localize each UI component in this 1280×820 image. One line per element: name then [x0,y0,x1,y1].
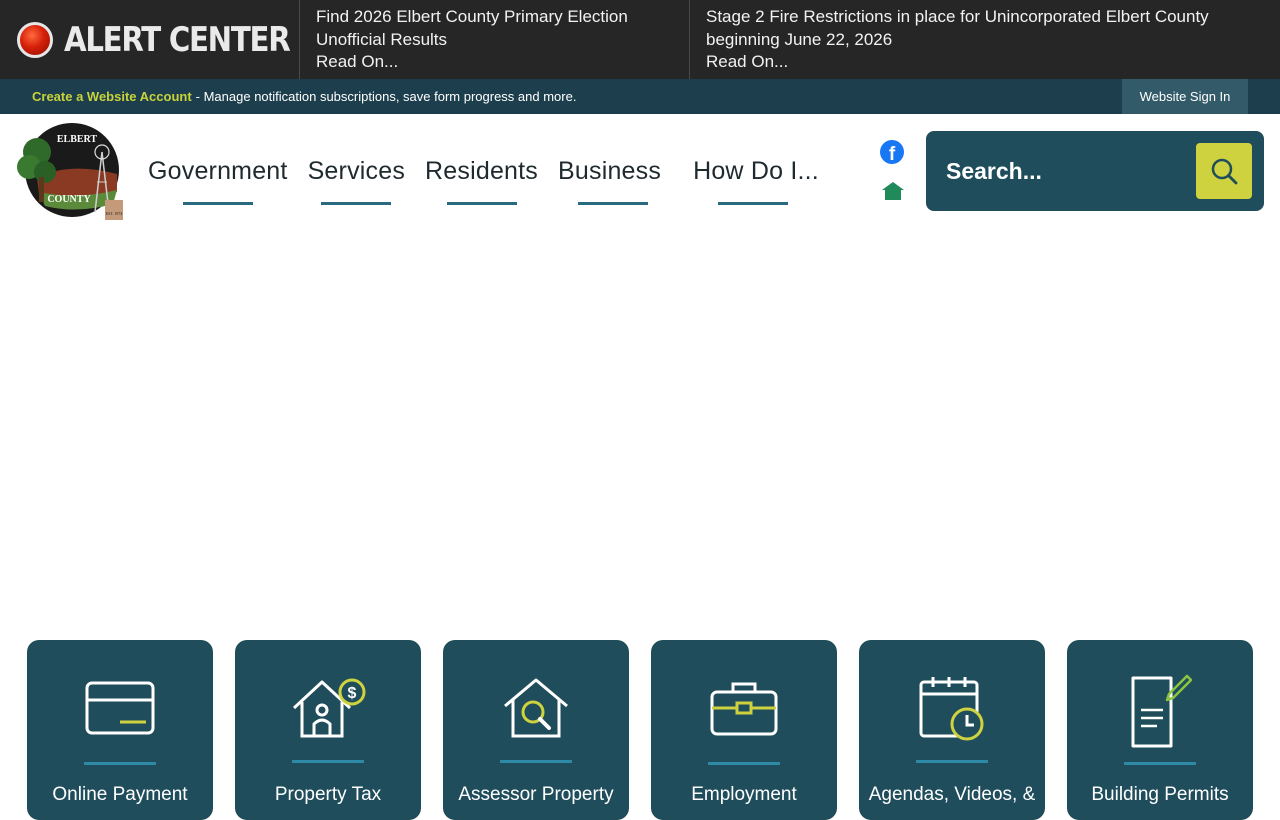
briefcase-icon [710,682,778,736]
nav-item-how-do-i[interactable]: How Do I... [677,114,829,229]
site-header: ELBERT COUNTY EST. 1874 Government Servi… [0,114,1280,229]
tile-divider [292,760,364,763]
nav-item-government[interactable]: Government [138,114,298,229]
document-pencil-icon [1131,674,1193,748]
nav-item-services[interactable]: Services [298,114,415,229]
tile-label: Online Payment [52,784,188,805]
tile-label: Building Permits [1091,784,1229,805]
alert-center-bar: ALERT CENTER Find 2026 Elbert County Pri… [0,0,1280,79]
search-box [926,131,1264,211]
tile-label: Assessor Property [458,784,614,805]
tile-divider [708,762,780,765]
alert-center-label: ALERT CENTER [64,19,291,60]
tile-divider [1124,762,1196,765]
search-button[interactable] [1196,143,1252,199]
quick-link-online-payment[interactable]: Online Payment [27,640,213,820]
hero-area [0,229,1280,629]
website-sign-in-button[interactable]: Website Sign In [1122,79,1248,114]
home-icon[interactable] [880,181,906,201]
tile-label: Employment [691,784,797,805]
quick-links: Online Payment $ Property Tax Assessor P… [27,640,1253,820]
tile-divider [84,762,156,765]
alert-center-title[interactable]: ALERT CENTER [0,0,300,79]
calendar-clock-icon [919,677,984,741]
account-bar: Create a Website Account - Manage notifi… [0,79,1280,114]
alert-headline-link[interactable]: Find 2026 Elbert County Primary Election… [316,6,673,51]
alert-read-on-link[interactable]: Read On... [316,51,673,74]
alert-item[interactable]: Find 2026 Elbert County Primary Election… [300,0,690,79]
main-nav: Government Services Residents Business H… [138,114,829,229]
create-account-link[interactable]: Create a Website Account [32,89,192,104]
quick-link-building-permits[interactable]: Building Permits [1067,640,1253,820]
social-links: f [880,140,906,206]
tile-divider [916,760,988,763]
county-logo[interactable]: ELBERT COUNTY EST. 1874 [17,122,127,222]
quick-link-assessor-property[interactable]: Assessor Property [443,640,629,820]
svg-text:$: $ [348,685,357,702]
quick-link-agendas-videos[interactable]: Agendas, Videos, & [859,640,1045,820]
house-search-icon [504,678,568,738]
tile-label: Agendas, Videos, & [868,784,1036,805]
logo-est: EST. 1874 [106,211,123,216]
alert-item[interactable]: Stage 2 Fire Restrictions in place for U… [690,0,1280,79]
alert-read-on-link[interactable]: Read On... [706,51,1264,74]
alert-headline-link[interactable]: Stage 2 Fire Restrictions in place for U… [706,6,1264,51]
nav-item-residents[interactable]: Residents [415,114,548,229]
facebook-icon[interactable]: f [880,140,904,164]
logo-text-bottom: COUNTY [47,194,91,205]
credit-card-icon [85,681,155,735]
search-icon [1211,158,1238,185]
house-dollar-icon: $ [292,678,366,738]
tile-label: Property Tax [274,784,382,805]
logo-text-top: ELBERT [57,134,98,145]
tile-divider [500,760,572,763]
quick-link-employment[interactable]: Employment [651,640,837,820]
account-description: - Manage notification subscriptions, sav… [195,89,577,104]
alert-icon [17,21,53,58]
nav-item-business[interactable]: Business [548,114,677,229]
search-input[interactable] [926,131,1194,211]
quick-link-property-tax[interactable]: $ Property Tax [235,640,421,820]
